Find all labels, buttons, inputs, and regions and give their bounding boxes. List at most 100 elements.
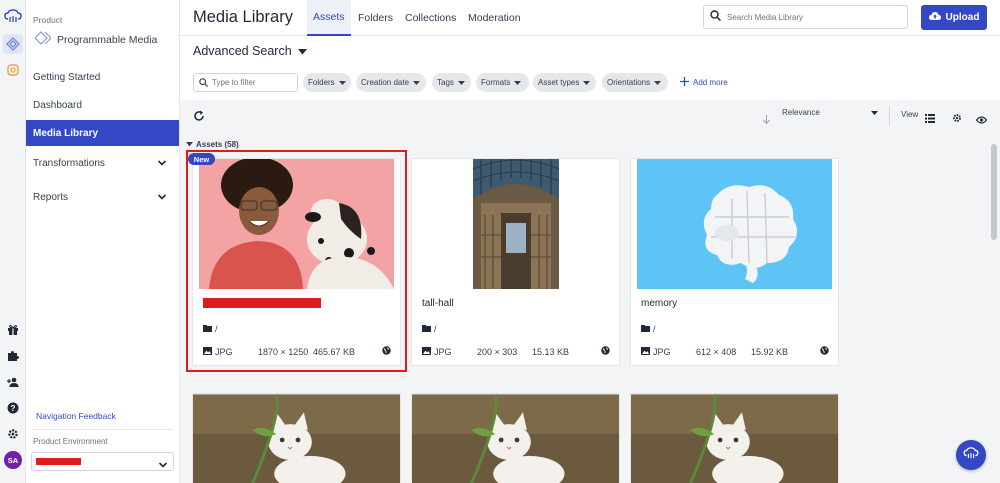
filter-chip-formats[interactable]: Formats [476, 73, 529, 92]
sort-direction-icon[interactable] [763, 111, 770, 129]
chip-label: Formats [481, 78, 511, 87]
programmable-media-icon[interactable] [3, 34, 23, 54]
asset-meta: JPG 200 × 303 15.13 KB [422, 346, 610, 357]
caret-down-icon [583, 78, 591, 87]
user-avatar[interactable]: SA [4, 451, 22, 469]
filter-chip-asset-types[interactable]: Asset types [533, 73, 596, 92]
asset-thumbnail[interactable] [193, 394, 400, 483]
cloudinary-logo-icon[interactable] [3, 6, 23, 26]
advanced-search-title: Advanced Search [193, 44, 292, 58]
navigation-feedback-link[interactable]: Navigation Feedback [36, 411, 116, 421]
asset-thumbnail[interactable] [412, 159, 619, 289]
search-box[interactable] [703, 5, 908, 29]
list-view-icon[interactable] [925, 110, 935, 128]
chip-label: Folders [308, 78, 335, 87]
puzzle-icon[interactable] [3, 346, 23, 366]
eye-icon[interactable] [975, 111, 988, 129]
cloudinary-logo-icon [963, 446, 979, 464]
tab-label: Moderation [468, 12, 521, 24]
asset-card[interactable] [630, 393, 839, 483]
help-widget-button[interactable] [956, 440, 986, 470]
caret-down-icon [654, 78, 662, 87]
sort-select[interactable]: Relevance [782, 108, 878, 117]
help-icon[interactable]: ? [3, 398, 23, 418]
chip-label: Creation date [361, 78, 410, 87]
advanced-search-toggle[interactable]: Advanced Search [193, 44, 307, 58]
sidebar-item-transformations[interactable]: Transformations [26, 150, 179, 176]
divider [33, 429, 173, 430]
product-name: Programmable Media [57, 33, 158, 46]
new-badge: New [188, 153, 215, 165]
sidebar-item-reports[interactable]: Reports [26, 184, 179, 210]
caret-down-icon [338, 78, 346, 87]
filter-box[interactable] [193, 73, 298, 92]
asset-meta: JPG 612 × 408 15.92 KB [641, 346, 829, 357]
tab-label: Collections [405, 12, 457, 24]
sort-label: Relevance [782, 108, 820, 117]
app-root: ? SA Product Programmable Media Getting … [0, 0, 1000, 483]
image-icon [422, 346, 431, 357]
asset-card[interactable]: memory / JPG 612 × 408 15.92 KB [630, 158, 839, 366]
tab-moderation[interactable]: Moderation [468, 0, 521, 36]
assets-section-header[interactable]: Assets (58) [186, 140, 239, 149]
caret-down-icon [297, 44, 307, 58]
sidebar: Product Programmable Media Getting Start… [26, 0, 180, 483]
search-icon [710, 8, 722, 26]
gift-icon[interactable] [3, 320, 23, 340]
globe-icon[interactable] [601, 346, 610, 357]
product-switcher[interactable]: Programmable Media [34, 31, 158, 48]
tab-collections[interactable]: Collections [405, 0, 456, 36]
image-icon [641, 346, 650, 357]
sidebar-item-getting-started[interactable]: Getting Started [26, 64, 179, 90]
caret-down-icon [457, 78, 465, 87]
redacted-environment-name [36, 458, 81, 465]
filter-input[interactable] [212, 78, 292, 87]
filter-chip-creation-date[interactable]: Creation date [356, 73, 426, 92]
assets-product-icon[interactable] [3, 60, 23, 80]
programmable-media-icon [34, 31, 52, 48]
tab-folders[interactable]: Folders [358, 0, 393, 36]
asset-name[interactable]: tall-hall [422, 298, 454, 309]
sidebar-item-label: Transformations [33, 157, 105, 169]
asset-name[interactable]: memory [641, 298, 677, 309]
view-label: View [901, 110, 919, 119]
sidebar-item-label: Media Library [33, 127, 99, 139]
asset-thumbnail[interactable] [412, 394, 619, 483]
upload-label: Upload [945, 12, 980, 23]
caret-down-icon [514, 78, 522, 87]
upload-button[interactable]: Upload [921, 5, 987, 30]
gear-icon[interactable] [952, 110, 962, 128]
refresh-icon[interactable] [193, 109, 205, 127]
top-bar: Media Library Assets Folders Collections… [180, 0, 1000, 36]
asset-card[interactable] [192, 393, 401, 483]
asset-dimensions: 612 × 408 [696, 346, 737, 357]
product-environment-select[interactable] [31, 452, 174, 471]
globe-icon[interactable] [820, 346, 829, 357]
add-more-filters-button[interactable]: Add more [680, 77, 728, 88]
scrollbar[interactable] [990, 137, 998, 483]
chevron-down-icon [157, 192, 167, 205]
product-environment-label: Product Environment [33, 437, 108, 446]
asset-format: JPG [434, 346, 452, 357]
asset-thumbnail[interactable] [631, 394, 838, 483]
asset-thumbnail[interactable] [631, 159, 838, 289]
asset-dimensions: 200 × 303 [477, 346, 518, 357]
sidebar-item-media-library[interactable]: Media Library [26, 120, 179, 146]
search-input[interactable] [727, 12, 897, 22]
add-user-icon[interactable] [3, 372, 23, 392]
filter-chip-orientations[interactable]: Orientations [602, 73, 668, 92]
asset-card[interactable]: tall-hall / JPG 200 × 303 15.13 KB [411, 158, 620, 366]
scrollbar-thumb[interactable] [991, 144, 997, 240]
settings-icon[interactable] [3, 424, 23, 444]
svg-text:?: ? [11, 404, 16, 413]
asset-folder-path: / [434, 324, 437, 334]
sidebar-item-dashboard[interactable]: Dashboard [26, 92, 179, 118]
filter-chip-folders[interactable]: Folders [303, 73, 351, 92]
caret-down-icon [186, 140, 193, 149]
chevron-down-icon [157, 158, 167, 171]
divider [889, 107, 890, 125]
filter-chip-tags[interactable]: Tags [432, 73, 471, 92]
asset-card[interactable] [411, 393, 620, 483]
tab-assets[interactable]: Assets [307, 0, 351, 36]
sidebar-item-label: Dashboard [33, 99, 82, 111]
